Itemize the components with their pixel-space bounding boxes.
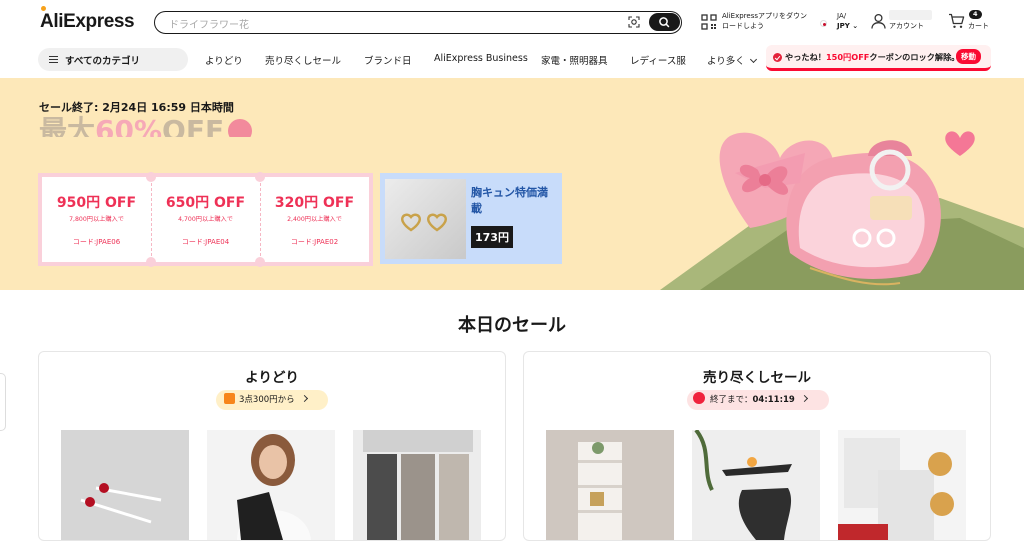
product-image[interactable] (838, 430, 966, 540)
coupon-card[interactable]: 650円 OFF 4,700円以上購入で コード:JPAE04 (151, 177, 260, 262)
currency-label: JPY ⌄ (837, 22, 859, 30)
section-title-today-sale: 本日のセール (458, 315, 566, 336)
coupon-code: コード:JPAE06 (72, 238, 121, 246)
product-image[interactable] (353, 430, 481, 540)
user-icon (871, 13, 886, 29)
product-image[interactable] (692, 430, 820, 540)
all-categories-label: すべてのカテゴリ (65, 56, 140, 67)
language-selector[interactable]: JA/ JPY ⌄ (820, 12, 865, 34)
coupon-amount: 650円 OFF (165, 195, 246, 211)
cart-icon (949, 13, 965, 28)
app-download-line2: ロードしよう (722, 22, 764, 30)
featured-deal-card[interactable]: 胸キュン特価満載 173円 (380, 173, 562, 264)
menu-icon (49, 56, 58, 63)
coupon-amount: 950円 OFF (56, 195, 137, 211)
all-categories-button[interactable]: すべてのカテゴリ (38, 48, 188, 71)
account-name-placeholder (889, 10, 932, 20)
chevron-right-icon (800, 394, 808, 403)
cart-label: カート (968, 22, 989, 30)
account-label: アカウント (889, 22, 924, 30)
category-nav: すべてのカテゴリ よりどり 売り尽くしセール ブランド日 AliExpress … (0, 45, 1024, 76)
coupon-condition: 4,700円以上購入で (178, 216, 233, 223)
clearance-card-title: 売り尽くしセール (703, 370, 811, 386)
product-image[interactable] (61, 430, 189, 540)
coupon-code: コード:JPAE04 (181, 238, 230, 246)
chevron-down-icon (749, 55, 757, 64)
coupon-go-button[interactable]: 移動 (956, 49, 981, 64)
coupon-condition: 2,400円以上購入で (287, 216, 342, 223)
coupon-notch (146, 172, 156, 182)
japan-flag-icon (820, 20, 827, 27)
search-icon (659, 17, 670, 28)
coupon-notch (255, 172, 265, 182)
yoridori-pill-label: 3点300円から (239, 395, 295, 405)
coupon-notch (146, 257, 156, 267)
coupon-card[interactable]: 320円 OFF 2,400円以上購入で コード:JPAE02 (260, 177, 369, 262)
coupon-condition: 7,800円以上購入で (69, 216, 124, 223)
banner-headline: 最大60%OFF (39, 109, 253, 137)
coupon-unlock-text: やったね！150円OFFクーポンのロック解除。 (785, 52, 960, 62)
app-download[interactable]: AliExpressアプリをダウン ロードしよう (701, 11, 811, 35)
clearance-card[interactable]: 売り尽くしセール 終了まで：04:11:19 (523, 351, 991, 541)
search-bar[interactable]: ドライフラワー花 (154, 11, 682, 34)
image-search-icon[interactable] (627, 15, 641, 29)
yoridori-card-title: よりどり (245, 370, 299, 386)
countdown-pill[interactable]: 終了まで：04:11:19 (687, 390, 829, 410)
product-image[interactable] (207, 430, 335, 540)
logo-dot-icon (41, 6, 46, 11)
aliexpress-logo[interactable]: AliExpress (40, 6, 135, 33)
coupon-card[interactable]: 950円 OFF 7,800円以上購入で コード:JPAE06 (42, 177, 151, 262)
product-image[interactable] (546, 430, 674, 540)
language-label: JA/ (837, 12, 847, 20)
yoridori-pill[interactable]: 3点300円から (216, 390, 328, 410)
search-button[interactable] (649, 13, 680, 31)
countdown-label: 終了まで： (710, 395, 753, 405)
coupon-notch (255, 257, 265, 267)
nav-more-menu[interactable]: より多く (707, 53, 757, 67)
logo-text: AliExpress (40, 11, 135, 32)
coupon-unlock-banner[interactable]: やったね！150円OFFクーポンのロック解除。 移動 (766, 45, 991, 71)
cart-count-badge: 4 (969, 10, 982, 19)
chevron-right-icon (300, 394, 308, 403)
account-menu[interactable]: アカウント (871, 10, 935, 34)
coupon-code: コード:JPAE02 (290, 238, 339, 246)
coupon-strip: 950円 OFF 7,800円以上購入で コード:JPAE06 650円 OFF… (38, 172, 373, 267)
qr-code-icon (701, 14, 717, 30)
gift-box-hero-image (660, 131, 1024, 290)
nav-item-womens-clothing[interactable]: レディース服 (630, 53, 686, 67)
heart-earrings-image (385, 179, 466, 259)
sale-banner[interactable]: セール終了: 2月24日 16:59 日本時間 最大60%OFF 950円 OF… (0, 78, 1024, 290)
side-drawer-tab[interactable] (0, 373, 6, 431)
yoridori-card[interactable]: よりどり 3点300円から (38, 351, 506, 541)
nav-item-business[interactable]: AliExpress Business (434, 53, 528, 64)
featured-deal-price: 173円 (471, 226, 513, 248)
check-circle-icon (773, 53, 782, 62)
cart-button[interactable]: 4 カート (948, 10, 994, 34)
nav-item-yoridori[interactable]: よりどり (205, 53, 243, 67)
arrow-circle-icon (228, 119, 253, 137)
search-input[interactable]: ドライフラワー花 (169, 16, 249, 31)
clock-icon (693, 392, 705, 404)
nav-item-appliances[interactable]: 家電・照明器具 (541, 53, 608, 67)
nav-item-brand-day[interactable]: ブランド日 (364, 53, 412, 67)
header: AliExpress ドライフラワー花 AliExpressアプリをダウン ロー… (0, 0, 1024, 45)
featured-deal-title: 胸キュン特価満載 (471, 186, 548, 215)
nav-item-clearance[interactable]: 売り尽くしセール (265, 53, 341, 67)
coupon-amount: 320円 OFF (274, 195, 355, 211)
app-download-line1: AliExpressアプリをダウン (722, 12, 808, 20)
bag-icon (224, 393, 235, 404)
countdown-time: 04:11:19 (752, 395, 795, 405)
